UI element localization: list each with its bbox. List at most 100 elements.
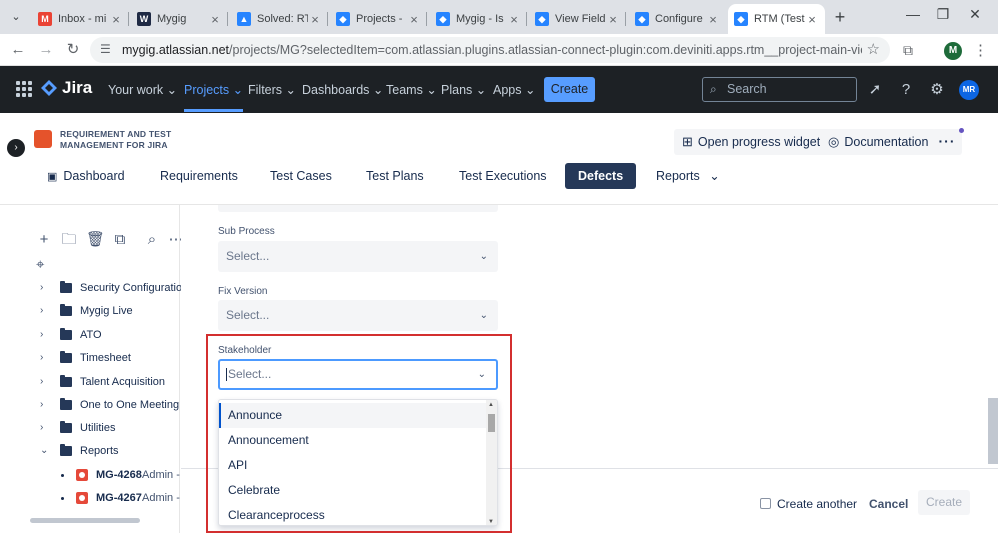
browser-tab[interactable]: ◆ Configure ×	[629, 4, 726, 34]
chevron-right-icon[interactable]: ›	[40, 422, 43, 433]
more-actions-button[interactable]: ···	[932, 129, 962, 155]
folder-label: One to One Meeting	[80, 399, 180, 411]
tree-folder-row[interactable]: › Talent Acquisition	[0, 372, 180, 394]
mygig-icon: W	[137, 12, 151, 26]
site-info-icon[interactable]: ☰	[100, 42, 116, 58]
folder-icon	[60, 444, 72, 456]
tree-folder-row[interactable]: › Utilities	[0, 418, 180, 440]
tab-test-plans[interactable]: Test Plans	[366, 163, 424, 189]
bookmark-star-icon[interactable]: ☆	[867, 40, 880, 58]
back-arrow-icon[interactable]: ←	[8, 40, 28, 60]
search-icon[interactable]: ⌕	[144, 232, 160, 248]
nav-projects[interactable]: Projects ⌄	[184, 82, 244, 112]
jira-create-button[interactable]: Create	[544, 77, 595, 102]
minimize-icon[interactable]: —	[898, 6, 928, 22]
jira-search-input[interactable]: ⌕ Search	[702, 77, 857, 102]
browser-tab[interactable]: ◆ View Field ×	[529, 4, 626, 34]
profile-avatar[interactable]: M	[944, 42, 962, 60]
new-folder-icon[interactable]: 🗀	[61, 232, 77, 248]
folder-label: Security Configuration	[80, 282, 189, 294]
folder-icon	[60, 421, 72, 433]
browser-tab[interactable]: ◆ Mygig - Is ×	[430, 4, 527, 34]
horizontal-scrollbar[interactable]	[30, 518, 140, 523]
tree-folder-row[interactable]: › One to One Meeting	[0, 395, 180, 417]
nav-your-work[interactable]: Your work ⌄	[108, 82, 177, 97]
open-progress-widget-button[interactable]: ⊞ Open progress widget	[674, 129, 829, 155]
url-text[interactable]: mygig.atlassian.net/projects/MG?selected…	[122, 43, 862, 57]
browser-tab[interactable]: W Mygig ×	[131, 4, 228, 34]
cancel-button[interactable]: Cancel	[859, 492, 918, 516]
nav-teams[interactable]: Teams ⌄	[386, 82, 437, 97]
browser-tab[interactable]: ◆ Projects - ×	[330, 4, 427, 34]
forward-arrow-icon[interactable]: →	[36, 40, 56, 60]
tree-folder-row[interactable]: › Security Configuration	[0, 278, 188, 300]
window-close-icon[interactable]: ✕	[960, 6, 990, 23]
create-button-disabled[interactable]: Create	[918, 490, 970, 515]
nav-apps[interactable]: Apps ⌄	[493, 82, 535, 97]
dashboard-icon: ▣	[47, 171, 58, 183]
chevron-right-icon[interactable]: ›	[40, 399, 43, 410]
nav-label: Teams	[386, 83, 423, 97]
reload-icon[interactable]: ↻	[63, 40, 83, 60]
settings-gear-icon[interactable]: ⚙	[928, 81, 946, 99]
locate-crosshair-icon[interactable]: ⌖	[36, 256, 44, 273]
folder-label: Mygig Live	[80, 305, 133, 317]
sidebar-collapse-chevron-icon[interactable]: ›	[7, 139, 25, 157]
close-icon[interactable]: ×	[308, 12, 322, 27]
chevron-right-icon[interactable]: ›	[40, 352, 43, 363]
tree-folder-row[interactable]: › ATO	[0, 325, 180, 347]
nav-dashboards[interactable]: Dashboards ⌄	[302, 82, 383, 97]
nav-plans[interactable]: Plans ⌄	[441, 82, 486, 97]
help-icon[interactable]: ?	[897, 81, 915, 99]
fix-version-select[interactable]: Select... ⌄	[218, 300, 498, 331]
page-scrollbar-thumb[interactable]	[988, 398, 998, 464]
tab-search-icon[interactable]: ⌄	[6, 8, 26, 26]
tree-folder-row[interactable]: › Timesheet	[0, 348, 180, 370]
url-host: mygig.atlassian.net	[122, 43, 230, 57]
chevron-right-icon[interactable]: ›	[40, 305, 43, 316]
add-plus-icon[interactable]: +	[36, 232, 52, 248]
search-placeholder: Search	[727, 82, 767, 96]
user-avatar[interactable]: MR	[959, 80, 979, 100]
close-icon[interactable]: ×	[706, 12, 720, 27]
browser-tab[interactable]: ▲ Solved: RT ×	[231, 4, 328, 34]
notifications-rocket-icon[interactable]: ➚	[866, 81, 884, 99]
chevron-right-icon[interactable]: ›	[40, 282, 43, 293]
close-icon[interactable]: ×	[109, 12, 123, 27]
chevron-right-icon[interactable]: ›	[40, 329, 43, 340]
tab-dashboard[interactable]: ▣ Dashboard	[47, 163, 125, 189]
close-icon[interactable]: ×	[507, 12, 521, 27]
chevron-right-icon[interactable]: ›	[40, 376, 43, 387]
tree-issue-row[interactable]: MG-4267 Admin -	[0, 488, 180, 510]
sub-process-select[interactable]: Select... ⌄	[218, 241, 498, 272]
documentation-button[interactable]: ◎ Documentation	[820, 129, 937, 155]
delete-trash-icon[interactable]: 🗑	[86, 232, 105, 248]
url-path: /projects/MG?selectedItem=com.atlassian.…	[229, 43, 862, 57]
restore-icon[interactable]: ❐	[928, 6, 958, 23]
browser-tab[interactable]: M Inbox - mi ×	[32, 4, 129, 34]
jira-logo[interactable]: Jira	[40, 78, 92, 98]
browser-menu-icon[interactable]: ⋮	[973, 41, 988, 59]
tab-defects[interactable]: Defects	[565, 163, 637, 189]
tab-test-executions[interactable]: Test Executions	[459, 163, 547, 189]
close-icon[interactable]: ×	[208, 12, 222, 27]
close-icon[interactable]: ×	[805, 12, 819, 27]
tab-requirements[interactable]: Requirements	[160, 163, 238, 189]
chevron-down-icon[interactable]: ⌄	[40, 445, 48, 456]
close-icon[interactable]: ×	[407, 12, 421, 27]
tree-folder-row-expanded[interactable]: ⌄ Reports	[0, 441, 180, 463]
create-another-checkbox[interactable]	[760, 498, 771, 509]
close-icon[interactable]: ×	[606, 12, 620, 27]
address-bar[interactable]: ☰ mygig.atlassian.net/projects/MG?select…	[90, 37, 890, 63]
app-switcher-icon[interactable]	[16, 81, 32, 97]
tab-test-cases[interactable]: Test Cases	[270, 163, 332, 189]
browser-tab-active[interactable]: ◆ RTM (Test ×	[728, 4, 825, 34]
jira-icon: ◆	[635, 12, 649, 26]
tab-reports[interactable]: Reports ⌄	[656, 163, 720, 189]
tree-folder-row[interactable]: › Mygig Live	[0, 301, 180, 323]
new-tab-plus-icon[interactable]: +	[830, 7, 850, 28]
extensions-puzzle-icon[interactable]: ⧉	[903, 42, 913, 59]
nav-filters[interactable]: Filters ⌄	[248, 82, 296, 97]
tree-issue-row[interactable]: MG-4268 Admin -	[0, 465, 180, 487]
copy-icon[interactable]: ⧉	[112, 232, 128, 248]
